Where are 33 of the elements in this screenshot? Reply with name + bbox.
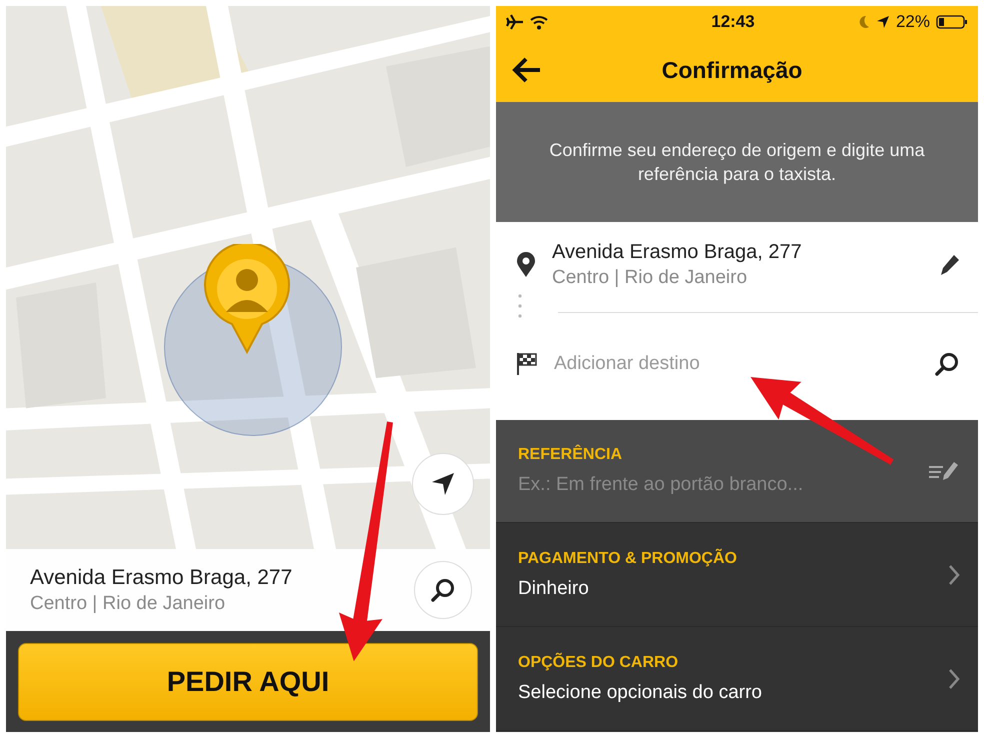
person-pin-icon [202, 244, 292, 354]
dotted-connector-icon [518, 294, 522, 320]
battery-percentage: 22% [896, 12, 930, 32]
instruction-text: Confirme seu endereço de origem e digite uma referência para o taxista. [548, 138, 926, 186]
moon-icon [858, 15, 870, 29]
pencil-icon[interactable] [940, 254, 960, 276]
reference-field[interactable]: Ex.: Em frente ao portão branco... [518, 474, 928, 496]
wifi-icon [530, 14, 548, 30]
back-arrow-icon[interactable] [512, 57, 542, 83]
edit-note-icon [928, 461, 960, 481]
chevron-right-icon[interactable] [948, 564, 960, 586]
section-label: OPÇÕES DO CARRO [518, 654, 680, 672]
location-pin-icon [516, 252, 536, 278]
address-street: Avenida Erasmo Braga, 277 [30, 566, 294, 590]
navigation-arrow-icon [430, 471, 456, 497]
screen-title: Confirmação [660, 56, 804, 84]
destination-field[interactable]: Adicionar destino [554, 353, 918, 375]
origin-street: Avenida Erasmo Braga, 277 [552, 241, 803, 264]
chevron-right-icon[interactable] [948, 668, 960, 690]
origin-area: Centro | Rio de Janeiro [552, 267, 924, 289]
search-icon [934, 351, 960, 377]
airplane-icon [506, 13, 524, 31]
address-area: Centro | Rio de Janeiro [30, 592, 414, 614]
section-label: REFERÊNCIA [518, 446, 624, 464]
section-value[interactable]: Dinheiro [518, 578, 948, 600]
battery-icon [936, 15, 968, 29]
checkered-flag-icon [516, 352, 538, 376]
section-label: PAGAMENTO & PROMOÇÃO [518, 550, 738, 568]
search-icon [430, 577, 456, 603]
location-arrow-icon [876, 15, 890, 29]
status-time: 12:43 [710, 12, 756, 32]
section-value[interactable]: Selecione opcionais do carro [518, 682, 948, 704]
order-button[interactable]: PEDIR AQUI [18, 642, 478, 720]
